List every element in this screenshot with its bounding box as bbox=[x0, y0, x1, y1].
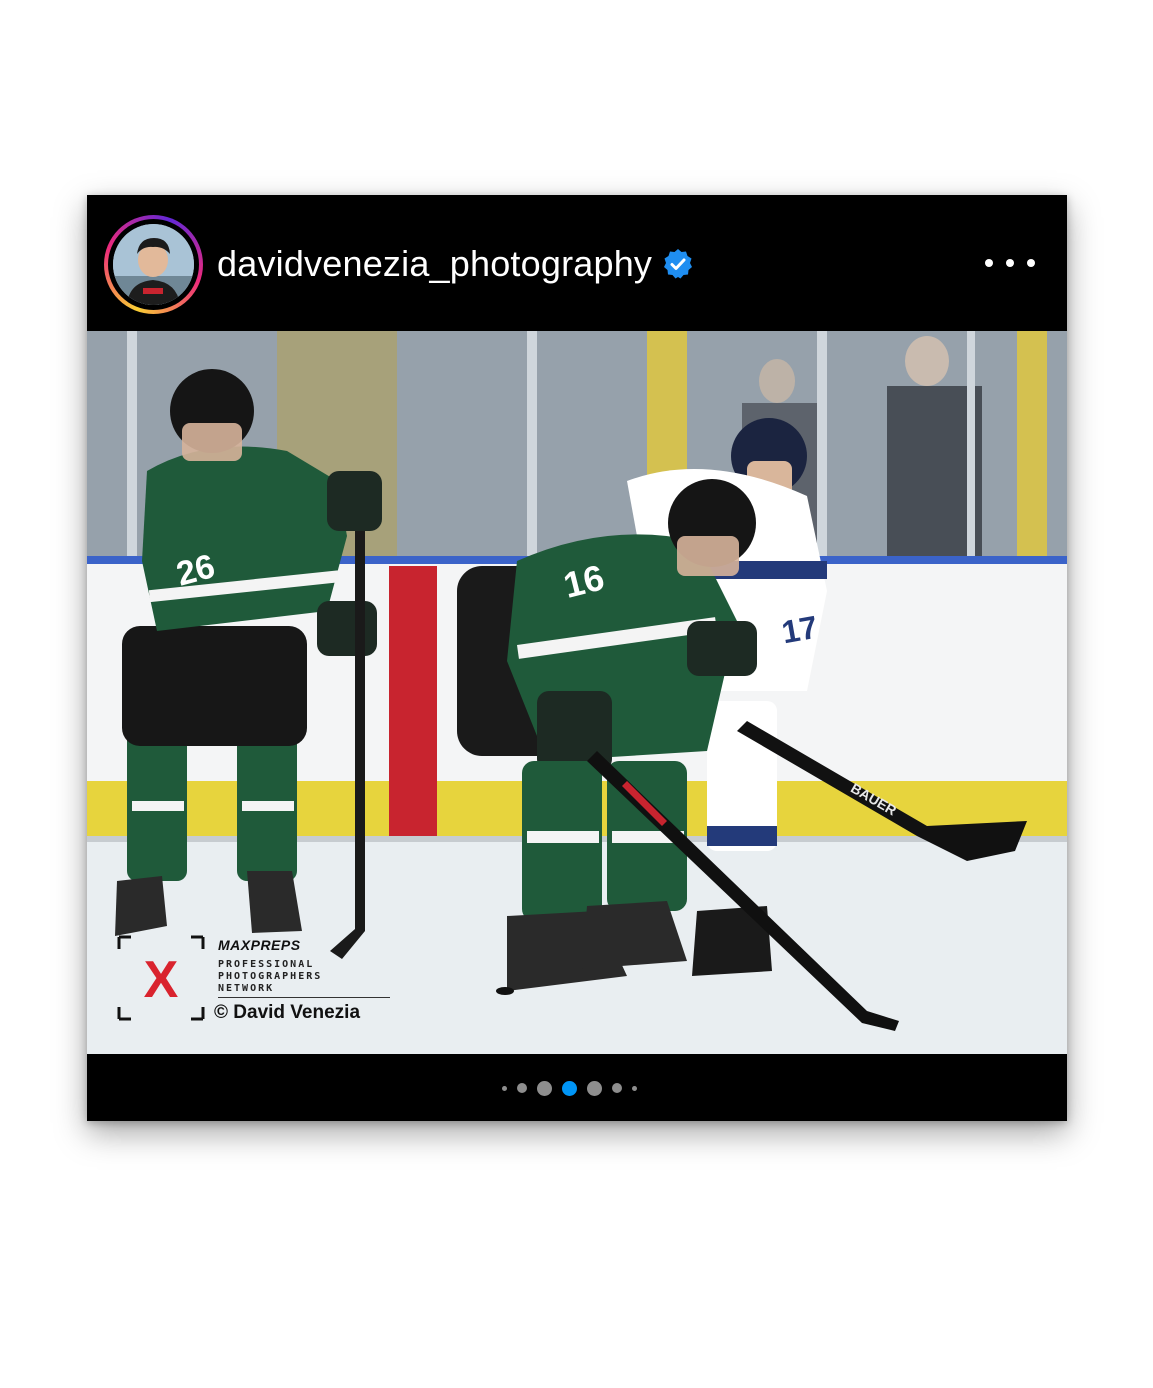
maxpreps-brand: MAXPREPS bbox=[218, 937, 301, 953]
carousel-dot bbox=[612, 1083, 622, 1093]
carousel-dot bbox=[502, 1085, 507, 1091]
more-options-button[interactable] bbox=[985, 247, 1035, 279]
photo-credit: © David Venezia bbox=[214, 1002, 361, 1023]
carousel-dot bbox=[632, 1085, 637, 1091]
carousel-dot bbox=[537, 1080, 552, 1096]
carousel-dot bbox=[587, 1080, 602, 1096]
more-horizontal-icon bbox=[985, 259, 993, 267]
profile-avatar[interactable] bbox=[113, 224, 194, 305]
carousel-dot bbox=[517, 1083, 527, 1093]
username-link[interactable]: davidvenezia_photography bbox=[217, 243, 652, 285]
maxpreps-logo-icon: X bbox=[117, 935, 205, 1021]
avatar-image bbox=[113, 224, 194, 305]
instagram-post-card: davidvenezia_photography 26 17 BAUER 16 … bbox=[87, 195, 1067, 1121]
watermark-line-1: PROFESSIONAL bbox=[218, 959, 315, 970]
post-header: davidvenezia_photography bbox=[87, 195, 1067, 331]
photo-watermark: X MAXPREPS PROFESSIONAL PHOTOGRAPHERS NE… bbox=[117, 935, 407, 1025]
carousel-indicator[interactable] bbox=[497, 1080, 642, 1096]
story-ring[interactable] bbox=[104, 215, 203, 314]
post-footer bbox=[87, 1054, 1067, 1121]
watermark-line-3: NETWORK bbox=[218, 983, 275, 994]
jersey-number-17: 17 bbox=[779, 609, 820, 651]
verified-badge-icon bbox=[664, 249, 693, 279]
carousel-dot-active bbox=[562, 1080, 577, 1096]
svg-text:X: X bbox=[144, 951, 179, 1009]
watermark-line-2: PHOTOGRAPHERS bbox=[218, 971, 323, 982]
post-photo[interactable]: 26 17 BAUER 16 X MAXPREPS PROFESSIONAL P… bbox=[87, 331, 1067, 1054]
watermark-divider bbox=[218, 997, 390, 998]
